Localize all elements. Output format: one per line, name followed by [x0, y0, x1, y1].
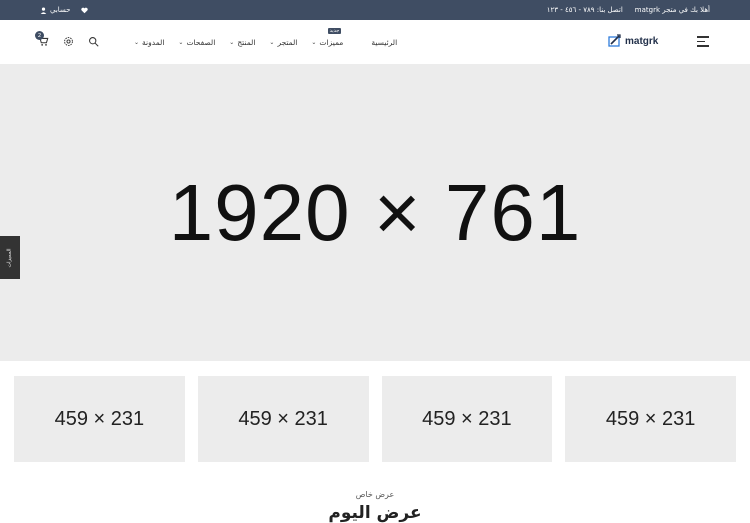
top-bar-right: أهلا بك في متجر matgrk اتصل بنا: ٧٨٩ - ٤… [547, 0, 710, 20]
banner-placeholder-text: 459 × 231 [422, 407, 512, 430]
banner-placeholder-text: 459 × 231 [605, 407, 696, 430]
nav-item-label: مميزات [319, 37, 344, 47]
search-button[interactable] [86, 34, 100, 48]
top-bar-left: حسابي [40, 0, 88, 20]
nav-item-blog[interactable]: المدونة ⌄ [134, 38, 164, 47]
features-side-tab[interactable]: المميزات [0, 236, 20, 279]
logo-icon [608, 34, 621, 47]
chevron-down-icon: ⌄ [178, 38, 184, 46]
offer-title: عرض اليوم [328, 503, 422, 523]
settings-button[interactable] [61, 34, 75, 48]
account-link[interactable]: حسابي [40, 6, 71, 14]
nav-item-pages[interactable]: الصفحات ⌄ [178, 38, 215, 47]
contact-text: اتصل بنا: ٧٨٩ - ٤٥٦ - ١٢٣ [546, 6, 623, 14]
site-header: matgrk الرئيسية مميزات ⌄ جديد المتجر ⌄ ا… [0, 20, 750, 64]
banner-placeholder-text: 459 × 231 [54, 407, 145, 430]
promo-banner[interactable]: 459 × 231 [14, 376, 185, 462]
wishlist-link[interactable] [80, 7, 88, 14]
nav-item-home[interactable]: الرئيسية [371, 38, 397, 47]
banner-placeholder-text: 459 × 231 [238, 407, 328, 430]
nav-item-product[interactable]: المنتج ⌄ [229, 38, 255, 47]
top-bar: حسابي أهلا بك في متجر matgrk اتصل بنا: ٧… [0, 0, 750, 20]
chevron-down-icon: ⌄ [269, 38, 275, 46]
welcome-text: أهلا بك في متجر matgrk [634, 6, 710, 14]
chevron-down-icon: ⌄ [311, 38, 317, 46]
nav-item-label: المتجر [277, 37, 298, 47]
nav-item-label: المدونة [142, 37, 165, 47]
side-tab-label: المميزات [7, 247, 13, 268]
main-nav: الرئيسية مميزات ⌄ جديد المتجر ⌄ المنتج ⌄… [120, 27, 397, 50]
user-icon [40, 6, 47, 14]
heart-icon [80, 7, 88, 13]
hero-banner[interactable]: 1920 × 761 [0, 64, 750, 361]
promo-banner[interactable]: 459 × 231 [565, 376, 736, 462]
site-logo[interactable]: matgrk [608, 34, 658, 48]
promo-banner[interactable]: 459 × 231 [197, 376, 369, 462]
search-icon [88, 36, 99, 47]
cart-count-badge: 2 [35, 31, 44, 40]
chevron-down-icon: ⌄ [134, 38, 140, 46]
promo-banners: 459 × 231 459 × 231 459 × 231 459 × 231 [14, 376, 736, 462]
new-badge: جديد [327, 27, 342, 34]
nav-item-label: الرئيسية [371, 37, 398, 47]
nav-item-features[interactable]: مميزات ⌄ جديد [311, 27, 344, 47]
gear-icon [63, 36, 73, 46]
nav-item-label: الصفحات [186, 37, 216, 47]
nav-item-label: المنتج [237, 37, 256, 47]
nav-item-shop[interactable]: المتجر ⌄ [269, 38, 297, 47]
menu-icon[interactable] [697, 36, 709, 47]
chevron-down-icon: ⌄ [229, 38, 235, 46]
offer-subtitle: عرض خاص [355, 490, 395, 499]
account-label: حسابي [50, 6, 71, 14]
header-tools: 2 [35, 31, 100, 48]
hero-placeholder-text: 1920 × 761 [168, 167, 582, 257]
cart-button[interactable]: 2 [35, 31, 50, 48]
logo-text: matgrk [625, 35, 659, 47]
promo-banner[interactable]: 459 × 231 [381, 376, 553, 462]
